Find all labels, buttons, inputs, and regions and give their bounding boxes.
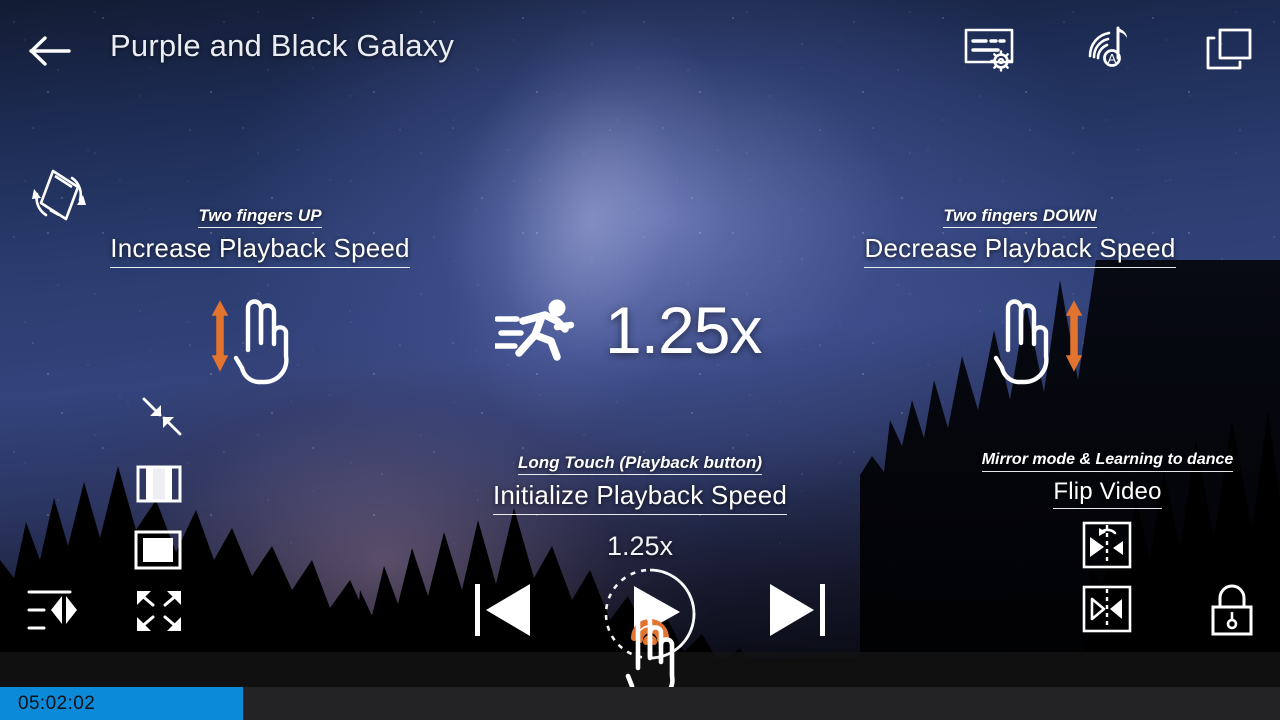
play-button[interactable] (598, 562, 702, 666)
speed-value: 1.25x (605, 293, 762, 367)
hint-flip-video: Mirror mode & Learning to dance Flip Vid… (945, 450, 1270, 510)
flip-rotate-icon[interactable] (1082, 521, 1132, 569)
hint-initialize-action: Initialize Playback Speed (492, 479, 788, 516)
svg-text:A: A (1108, 51, 1117, 66)
video-player-screen: Purple and Black Galaxy A Two fingers UP… (0, 0, 1280, 720)
shrink-icon[interactable] (140, 396, 184, 438)
hint-initialize-speed: Long Touch (Playback button) Initialize … (460, 452, 820, 562)
top-bar: Purple and Black Galaxy A (0, 0, 1280, 100)
hint-initialize-value: 1.25x (606, 531, 674, 562)
next-button[interactable] (764, 578, 826, 642)
two-finger-swipe-down-icon (993, 299, 1083, 385)
subtitle-settings-icon[interactable] (960, 20, 1018, 78)
hint-decrease-gesture: Two fingers DOWN (943, 205, 1097, 229)
hint-decrease-speed: Two fingers DOWN Decrease Playback Speed (840, 205, 1200, 269)
playback-speed-indicator: 1.25x (495, 293, 762, 367)
page-title: Purple and Black Galaxy (110, 28, 455, 63)
expand-icon[interactable] (134, 588, 184, 634)
hint-flip-action: Flip Video (1053, 476, 1162, 510)
running-man-icon (495, 299, 575, 361)
top-bar-actions: A (960, 20, 1258, 78)
progress-bar-track[interactable]: 05:02:02 (0, 687, 1280, 720)
equalizer-icon[interactable] (26, 586, 88, 634)
hint-decrease-action: Decrease Playback Speed (864, 232, 1176, 269)
previous-button[interactable] (474, 578, 536, 642)
crop-icon[interactable] (134, 530, 182, 570)
hint-initialize-gesture: Long Touch (Playback button) (518, 452, 762, 476)
flip-horizontal-icon[interactable] (1082, 585, 1132, 633)
hint-increase-gesture: Two fingers UP (198, 205, 322, 229)
hint-increase-action: Increase Playback Speed (110, 232, 410, 269)
screen-rotation-icon[interactable] (26, 165, 92, 227)
fit-width-icon[interactable] (136, 464, 182, 504)
hint-increase-speed: Two fingers UP Increase Playback Speed (80, 205, 440, 269)
audio-track-icon[interactable]: A (1080, 20, 1138, 78)
two-finger-swipe-up-icon (211, 299, 289, 385)
current-time-label: 05:02:02 (18, 692, 96, 714)
lock-icon[interactable] (1208, 583, 1256, 637)
back-arrow-icon[interactable] (28, 34, 72, 68)
picture-in-picture-icon[interactable] (1200, 20, 1258, 78)
hint-flip-gesture: Mirror mode & Learning to dance (981, 450, 1234, 472)
